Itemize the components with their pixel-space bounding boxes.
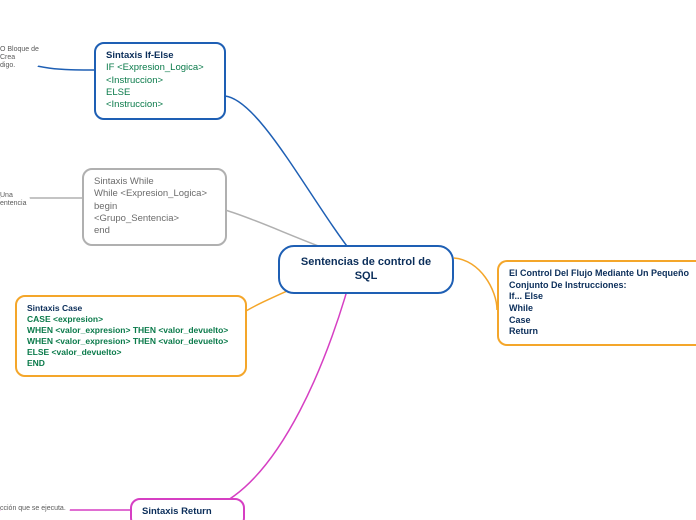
case-l1: CASE <expresion>	[27, 314, 235, 325]
control-l4: While	[509, 303, 687, 315]
while-title: Sintaxis While	[94, 176, 215, 188]
ifelse-l1: IF <Expresion_Logica>	[106, 62, 214, 74]
edge-text-ifelse: O Bloque de Crea digo.	[0, 46, 40, 70]
case-l3: WHEN <valor_expresion> THEN <valor_devue…	[27, 336, 235, 347]
node-control-flow[interactable]: El Control Del Flujo Mediante Un Pequeño…	[497, 260, 696, 346]
control-l1: El Control Del Flujo Mediante Un Pequeño	[509, 268, 687, 280]
while-l4: end	[94, 225, 215, 237]
ifelse-title: Sintaxis If-Else	[106, 50, 214, 62]
edge-while-l1: Una	[0, 192, 30, 200]
ifelse-l3: ELSE	[106, 87, 214, 99]
node-if-else[interactable]: Sintaxis If-Else IF <Expresion_Logica> <…	[94, 42, 226, 120]
edge-ifelse-l1: O Bloque de	[0, 46, 40, 54]
node-case[interactable]: Sintaxis Case CASE <expresion> WHEN <val…	[15, 295, 247, 377]
return-title: Sintaxis Return	[142, 506, 233, 518]
case-l5: END	[27, 358, 235, 369]
ifelse-l2: <Instruccion>	[106, 75, 214, 87]
case-l2: WHEN <valor_expresion> THEN <valor_devue…	[27, 325, 235, 336]
control-l6: Return	[509, 326, 687, 338]
case-title: Sintaxis Case	[27, 303, 235, 314]
while-l1: While <Expresion_Logica>	[94, 188, 215, 200]
ifelse-l4: <Instruccion>	[106, 99, 214, 111]
edge-return-l1: cción que se ejecuta.	[0, 505, 70, 513]
center-title: Sentencias de control de SQL	[301, 256, 431, 282]
node-return[interactable]: Sintaxis Return	[130, 498, 245, 520]
control-l5: Case	[509, 315, 687, 327]
edge-while-l2: entencia	[0, 200, 30, 208]
control-l2: Conjunto De Instrucciones:	[509, 280, 687, 292]
center-node[interactable]: Sentencias de control de SQL	[278, 245, 454, 294]
node-while[interactable]: Sintaxis While While <Expresion_Logica> …	[82, 168, 227, 246]
while-l2: begin	[94, 201, 215, 213]
edge-ifelse-l3: digo.	[0, 62, 40, 70]
while-l3: <Grupo_Sentencia>	[94, 213, 215, 225]
edge-text-return: cción que se ejecuta.	[0, 505, 70, 513]
edge-ifelse-l2: Crea	[0, 54, 40, 62]
case-l4: ELSE <valor_devuelto>	[27, 347, 235, 358]
control-l3: If... Else	[509, 291, 687, 303]
edge-text-while: Una entencia	[0, 192, 30, 208]
